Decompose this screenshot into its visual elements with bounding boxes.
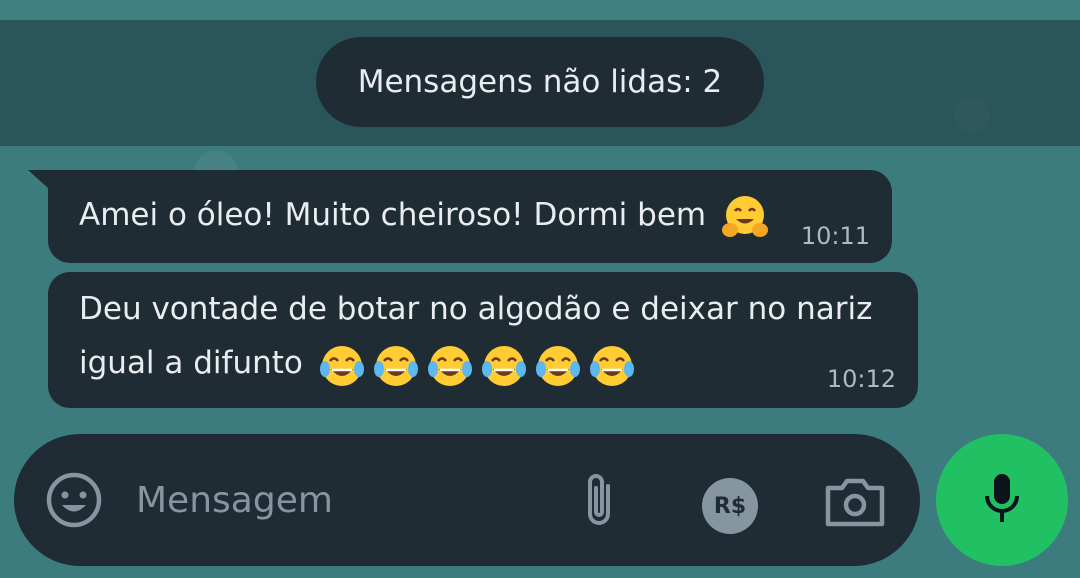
payment-label: R$	[713, 493, 747, 519]
message-composer: R$	[14, 434, 920, 566]
smiley-icon[interactable]	[44, 470, 104, 530]
message-text: Amei o óleo! Muito cheiroso! Dormi bem	[79, 197, 707, 233]
message-text-line-with-emojis: igual a difunto	[79, 336, 872, 392]
unread-messages-label: Mensagens não lidas: 2	[357, 64, 723, 100]
message-time: 10:12	[826, 365, 896, 393]
hugging-face-emoji-icon	[720, 192, 770, 242]
message-body: Amei o óleo! Muito cheiroso! Dormi bem	[79, 188, 770, 242]
tears-of-joy-emoji-icon	[425, 341, 475, 391]
tears-of-joy-emoji-icon	[371, 341, 421, 391]
camera-icon[interactable]	[824, 474, 886, 530]
message-text-line: Deu vontade de botar no algodão e deixar…	[79, 291, 873, 327]
incoming-message[interactable]: Amei o óleo! Muito cheiroso! Dormi bem 1…	[28, 170, 892, 263]
message-input[interactable]	[136, 470, 556, 530]
tears-of-joy-emoji-icon	[479, 341, 529, 391]
top-strip	[0, 0, 1080, 20]
incoming-message[interactable]: Deu vontade de botar no algodão e deixar…	[48, 272, 918, 408]
paperclip-icon[interactable]	[576, 472, 624, 530]
tears-of-joy-emoji-icon	[317, 341, 367, 391]
message-time: 10:11	[800, 222, 870, 250]
payment-icon[interactable]: R$	[702, 478, 758, 534]
emoji-row	[313, 338, 637, 392]
microphone-button[interactable]	[936, 434, 1068, 566]
tears-of-joy-emoji-icon	[533, 341, 583, 391]
microphone-icon	[982, 472, 1022, 528]
message-body: Deu vontade de botar no algodão e deixar…	[79, 282, 872, 392]
message-text-line: igual a difunto	[79, 345, 303, 381]
unread-messages-banner: Mensagens não lidas: 2	[316, 37, 764, 127]
tears-of-joy-emoji-icon	[587, 341, 637, 391]
